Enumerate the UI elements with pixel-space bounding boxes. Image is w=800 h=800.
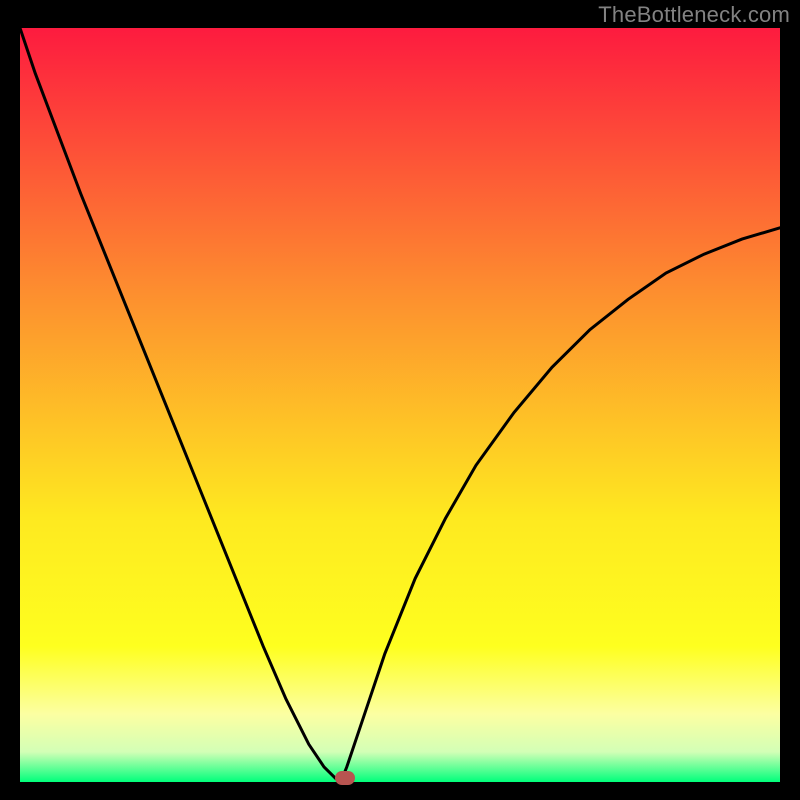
plot-area — [20, 28, 780, 782]
gradient-background — [20, 28, 780, 782]
chart-frame: TheBottleneck.com — [0, 0, 800, 800]
optimum-marker — [335, 771, 355, 785]
chart-svg — [20, 28, 780, 782]
watermark-text: TheBottleneck.com — [598, 2, 790, 28]
